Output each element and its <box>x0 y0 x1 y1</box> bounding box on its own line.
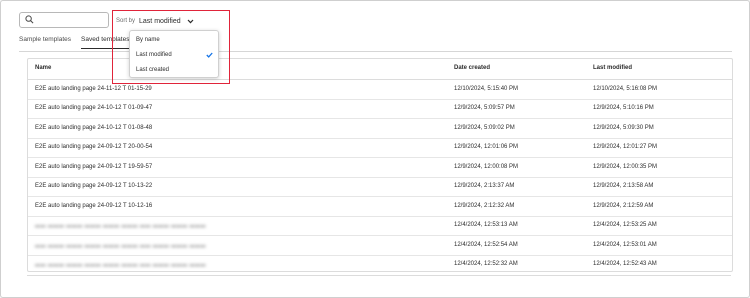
column-header-name[interactable]: Name <box>35 65 51 71</box>
row-last-modified: 12/9/2024, 12:00:35 PM <box>593 163 658 170</box>
table-row[interactable]: E2E auto landing page 24-09-12 T 19-59-5… <box>28 158 732 178</box>
row-last-modified: 12/9/2024, 2:13:58 AM <box>593 183 654 189</box>
table-row[interactable]: E2E auto landing page 24-09-12 T 20-00-5… <box>28 139 732 158</box>
row-date-created: 12/9/2024, 5:09:02 PM <box>454 124 515 131</box>
column-header-last-modified[interactable]: Last modified <box>593 65 632 71</box>
table-row[interactable]: E2E auto landing page 24-09-12 T 10-13-2… <box>28 178 732 197</box>
search-input[interactable] <box>19 12 109 28</box>
row-last-modified: 12/9/2024, 5:09:30 PM <box>593 124 654 131</box>
table-row[interactable]: ▬▬ ▬▬▬ ▬▬▬ ▬▬▬ ▬▬▬ ▬▬▬ ▬▬ ▬▬▬ ▬▬▬ ▬▬▬ 12/… <box>28 256 732 272</box>
table-row[interactable]: E2E auto landing page 24-09-12 T 10-12-1… <box>28 197 732 217</box>
table-row[interactable]: E2E auto landing page 24-10-12 T 01-08-4… <box>28 119 732 139</box>
table-footer-divider <box>27 275 731 276</box>
table-body: E2E auto landing page 24-11-12 T 01-15-2… <box>28 80 732 272</box>
row-date-created: 12/9/2024, 12:00:08 PM <box>454 163 519 170</box>
templates-table: Name Date created Last modified E2E auto… <box>27 58 733 272</box>
table-row[interactable]: E2E auto landing page 24-10-12 T 01-09-4… <box>28 100 732 119</box>
row-date-created: 12/9/2024, 2:12:32 AM <box>454 202 515 209</box>
row-last-modified: 12/4/2024, 12:53:01 AM <box>593 241 657 248</box>
redacted-name: ▬▬ ▬▬▬ ▬▬▬ ▬▬▬ ▬▬▬ ▬▬▬ ▬▬ ▬▬▬ ▬▬▬ ▬▬▬ <box>35 262 207 268</box>
redacted-name: ▬▬ ▬▬▬ ▬▬▬ ▬▬▬ ▬▬▬ ▬▬▬ ▬▬ ▬▬▬ ▬▬▬ ▬▬▬ <box>35 223 207 229</box>
row-date-created: 12/4/2024, 12:52:54 AM <box>454 241 518 248</box>
row-date-created: 12/9/2024, 2:13:37 AM <box>454 183 515 189</box>
row-date-created: 12/10/2024, 5:15:40 PM <box>454 85 519 92</box>
row-name[interactable]: E2E auto landing page 24-09-12 T 10-12-1… <box>35 203 152 209</box>
table-row[interactable]: ▬▬ ▬▬▬ ▬▬▬ ▬▬▬ ▬▬▬ ▬▬▬ ▬▬ ▬▬▬ ▬▬▬ ▬▬▬ 12/… <box>28 236 732 256</box>
row-last-modified: 12/10/2024, 5:16:08 PM <box>593 85 658 92</box>
search-icon <box>25 15 34 24</box>
row-date-created: 12/9/2024, 12:01:06 PM <box>454 144 519 150</box>
row-last-modified: 12/4/2024, 12:53:25 AM <box>593 222 657 228</box>
row-date-created: 12/4/2024, 12:53:13 AM <box>454 222 518 228</box>
row-last-modified: 12/4/2024, 12:52:43 AM <box>593 261 657 267</box>
row-name[interactable]: E2E auto landing page 24-10-12 T 01-09-4… <box>35 105 152 111</box>
row-date-created: 12/4/2024, 12:52:32 AM <box>454 261 518 267</box>
highlight-box <box>112 10 230 84</box>
row-name[interactable]: E2E auto landing page 24-09-12 T 10-13-2… <box>35 183 152 189</box>
table-row[interactable]: ▬▬ ▬▬▬ ▬▬▬ ▬▬▬ ▬▬▬ ▬▬▬ ▬▬ ▬▬▬ ▬▬▬ ▬▬▬ 12/… <box>28 217 732 236</box>
templates-panel: Sort by Last modified Sample templates S… <box>0 0 750 298</box>
row-last-modified: 12/9/2024, 12:01:27 PM <box>593 144 658 150</box>
row-name[interactable]: E2E auto landing page 24-09-12 T 20-00-5… <box>35 144 152 150</box>
row-name[interactable]: E2E auto landing page 24-11-12 T 01-15-2… <box>35 86 152 92</box>
row-name[interactable]: E2E auto landing page 24-10-12 T 01-08-4… <box>35 125 152 131</box>
row-date-created: 12/9/2024, 5:09:57 PM <box>454 105 515 111</box>
redacted-name: ▬▬ ▬▬▬ ▬▬▬ ▬▬▬ ▬▬▬ ▬▬▬ ▬▬ ▬▬▬ ▬▬▬ ▬▬▬ <box>35 242 207 249</box>
row-last-modified: 12/9/2024, 2:12:59 AM <box>593 202 654 209</box>
tab-sample-templates[interactable]: Sample templates <box>19 36 71 47</box>
row-last-modified: 12/9/2024, 5:10:16 PM <box>593 105 654 111</box>
column-header-date-created[interactable]: Date created <box>454 65 490 71</box>
row-name[interactable]: E2E auto landing page 24-09-12 T 19-59-5… <box>35 164 152 170</box>
